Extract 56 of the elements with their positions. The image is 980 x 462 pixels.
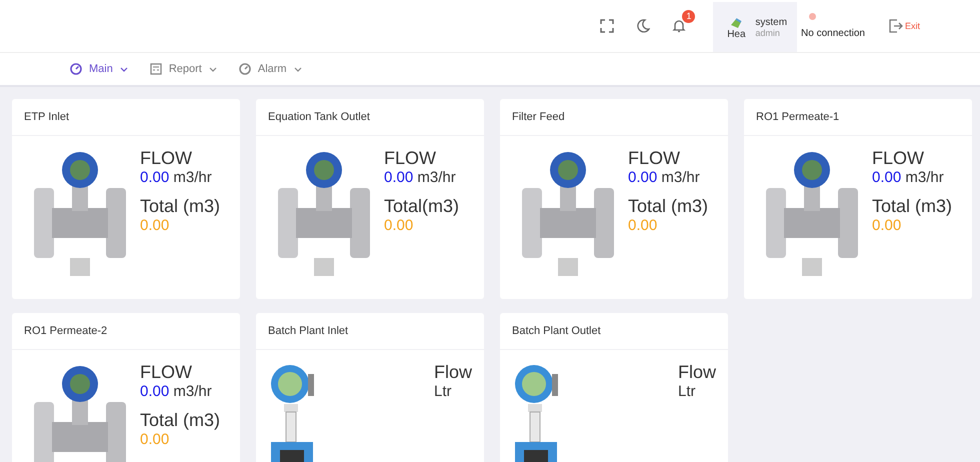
total-value: 0.00 <box>872 217 902 234</box>
total-label: Total (m3) <box>628 196 708 217</box>
flow-label: FLOW <box>384 148 437 169</box>
flow-label: Flow <box>434 362 472 383</box>
flow-value: 0.00 <box>140 383 170 400</box>
card-title: Equation Tank Outlet <box>256 99 484 136</box>
total-label: Total(m3) <box>384 196 460 217</box>
card-title: ETP Inlet <box>12 99 240 136</box>
flow-label: FLOW <box>140 362 193 383</box>
report-icon <box>150 63 162 75</box>
user-panel[interactable]: Hea system admin <box>713 2 798 52</box>
flow-value: 0.00 <box>872 169 902 186</box>
chevron-down-icon <box>120 66 128 72</box>
flow-unit: m3/hr <box>417 169 456 186</box>
total-label: Total (m3) <box>140 410 220 431</box>
moon-icon[interactable] <box>636 19 650 33</box>
card-title: RO1 Permeate-1 <box>744 99 972 136</box>
gauge-icon <box>238 63 251 75</box>
exit-button[interactable]: Exit <box>868 0 920 52</box>
total-label: Total (m3) <box>140 196 220 217</box>
flow-label: Flow <box>678 362 716 383</box>
user-role: admin <box>755 28 781 38</box>
total-value: 0.00 <box>140 217 170 234</box>
exit-icon <box>888 19 903 33</box>
card-title: RO1 Permeate-2 <box>12 313 240 350</box>
notification-badge: 1 <box>682 10 696 23</box>
flow-unit: m3/hr <box>173 383 212 400</box>
nav-menu-item[interactable]: Main <box>70 63 128 75</box>
bell-icon[interactable] <box>672 19 686 33</box>
gauge-icon <box>70 63 82 75</box>
chevron-down-icon <box>294 66 302 72</box>
flow-label: FLOW <box>872 148 925 169</box>
flow-unit: m3/hr <box>173 169 212 186</box>
flow-value: 0.00 <box>384 169 414 186</box>
flow-value: 0.00 <box>628 169 658 186</box>
card-title: Filter Feed <box>500 99 728 136</box>
nav-menu-item[interactable]: Alarm <box>238 63 302 75</box>
total-value: 0.00 <box>384 217 414 234</box>
user-name: system <box>755 16 788 28</box>
flow-unit: Ltr <box>678 383 696 400</box>
avatar-alt-text: Hea <box>727 28 746 40</box>
flow-unit: m3/hr <box>905 169 944 186</box>
card-title: Batch Plant Inlet <box>256 313 484 350</box>
card-title: Batch Plant Outlet <box>500 313 728 350</box>
flow-label: FLOW <box>140 148 193 169</box>
chevron-down-icon <box>208 66 217 72</box>
fullscreen-icon[interactable] <box>600 19 614 33</box>
total-label: Total (m3) <box>872 196 952 217</box>
flow-unit: m3/hr <box>661 169 700 186</box>
flow-label: FLOW <box>628 148 681 169</box>
total-value: 0.00 <box>628 217 658 234</box>
flow-value: 0.00 <box>140 169 170 186</box>
nav-menu-item[interactable]: Report <box>150 63 217 75</box>
flow-unit: Ltr <box>434 383 452 400</box>
connection-status: No connection <box>801 28 865 39</box>
total-value: 0.00 <box>140 431 170 448</box>
